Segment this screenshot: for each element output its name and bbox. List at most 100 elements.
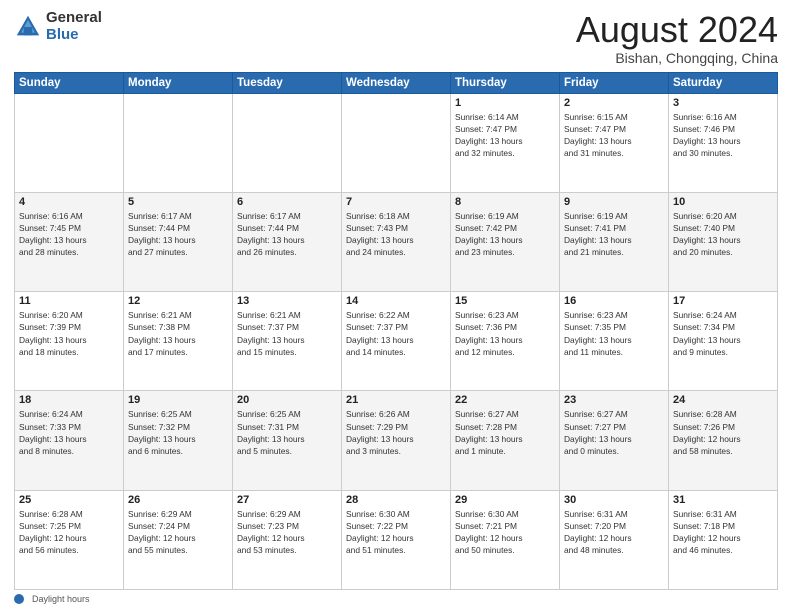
day-info: Sunrise: 6:27 AM Sunset: 7:27 PM Dayligh…	[564, 408, 664, 457]
day-cell	[124, 93, 233, 192]
logo-general: General	[46, 10, 102, 27]
day-info: Sunrise: 6:23 AM Sunset: 7:35 PM Dayligh…	[564, 309, 664, 358]
day-cell: 23 Sunrise: 6:27 AM Sunset: 7:27 PM Dayli…	[560, 391, 669, 490]
day-number: 28	[346, 494, 446, 506]
week-row-1: 1Sunrise: 6:14 AM Sunset: 7:47 PM Daylig…	[15, 93, 778, 192]
day-number: 8	[455, 196, 555, 208]
header-cell-friday: Friday	[560, 72, 669, 93]
header: General Blue August 2024 Bishan, Chongqi…	[14, 10, 778, 66]
day-number: 10	[673, 196, 773, 208]
week-row-5: 25Sunrise: 6:28 AM Sunset: 7:25 PM Dayli…	[15, 490, 778, 589]
day-cell: 29 Sunrise: 6:30 AM Sunset: 7:21 PM Dayli…	[451, 490, 560, 589]
day-info: Sunrise: 6:28 AM Sunset: 7:26 PM Dayligh…	[673, 408, 773, 457]
day-number: 11	[19, 295, 119, 307]
day-cell: 14 Sunrise: 6:22 AM Sunset: 7:37 PM Dayli…	[342, 292, 451, 391]
day-number: 2	[564, 97, 664, 109]
day-cell: 11Sunrise: 6:20 AM Sunset: 7:39 PM Dayli…	[15, 292, 124, 391]
day-info: Sunrise: 6:25 AM Sunset: 7:31 PM Dayligh…	[237, 408, 337, 457]
day-info: Sunrise: 6:29 AM Sunset: 7:24 PM Dayligh…	[128, 508, 228, 557]
day-cell: 9 Sunrise: 6:19 AM Sunset: 7:41 PM Daylig…	[560, 192, 669, 291]
day-info: Sunrise: 6:15 AM Sunset: 7:47 PM Dayligh…	[564, 111, 664, 160]
day-info: Sunrise: 6:25 AM Sunset: 7:32 PM Dayligh…	[128, 408, 228, 457]
day-info: Sunrise: 6:24 AM Sunset: 7:33 PM Dayligh…	[19, 408, 119, 457]
day-cell: 18 Sunrise: 6:24 AM Sunset: 7:33 PM Dayli…	[15, 391, 124, 490]
day-number: 15	[455, 295, 555, 307]
day-cell: 6 Sunrise: 6:17 AM Sunset: 7:44 PM Daylig…	[233, 192, 342, 291]
day-number: 13	[237, 295, 337, 307]
day-number: 27	[237, 494, 337, 506]
day-cell: 27 Sunrise: 6:29 AM Sunset: 7:23 PM Dayli…	[233, 490, 342, 589]
day-number: 17	[673, 295, 773, 307]
day-info: Sunrise: 6:22 AM Sunset: 7:37 PM Dayligh…	[346, 309, 446, 358]
day-info: Sunrise: 6:18 AM Sunset: 7:43 PM Dayligh…	[346, 210, 446, 259]
day-info: Sunrise: 6:30 AM Sunset: 7:22 PM Dayligh…	[346, 508, 446, 557]
day-cell: 31Sunrise: 6:31 AM Sunset: 7:18 PM Dayli…	[669, 490, 778, 589]
header-cell-wednesday: Wednesday	[342, 72, 451, 93]
day-number: 31	[673, 494, 773, 506]
logo-blue: Blue	[46, 27, 102, 44]
day-cell: 7 Sunrise: 6:18 AM Sunset: 7:43 PM Daylig…	[342, 192, 451, 291]
footer-dot	[14, 594, 24, 604]
day-cell: 26Sunrise: 6:29 AM Sunset: 7:24 PM Dayli…	[124, 490, 233, 589]
day-cell: 4Sunrise: 6:16 AM Sunset: 7:45 PM Daylig…	[15, 192, 124, 291]
day-info: Sunrise: 6:30 AM Sunset: 7:21 PM Dayligh…	[455, 508, 555, 557]
day-number: 5	[128, 196, 228, 208]
day-number: 14	[346, 295, 446, 307]
day-info: Sunrise: 6:24 AM Sunset: 7:34 PM Dayligh…	[673, 309, 773, 358]
day-cell: 21 Sunrise: 6:26 AM Sunset: 7:29 PM Dayli…	[342, 391, 451, 490]
day-info: Sunrise: 6:26 AM Sunset: 7:29 PM Dayligh…	[346, 408, 446, 457]
day-cell: 13 Sunrise: 6:21 AM Sunset: 7:37 PM Dayli…	[233, 292, 342, 391]
logo-text: General Blue	[46, 10, 102, 43]
day-info: Sunrise: 6:23 AM Sunset: 7:36 PM Dayligh…	[455, 309, 555, 358]
calendar-title: August 2024	[576, 10, 778, 50]
header-row: SundayMondayTuesdayWednesdayThursdayFrid…	[15, 72, 778, 93]
day-info: Sunrise: 6:16 AM Sunset: 7:46 PM Dayligh…	[673, 111, 773, 160]
day-cell: 12 Sunrise: 6:21 AM Sunset: 7:38 PM Dayli…	[124, 292, 233, 391]
day-number: 4	[19, 196, 119, 208]
day-info: Sunrise: 6:21 AM Sunset: 7:37 PM Dayligh…	[237, 309, 337, 358]
day-cell: 19 Sunrise: 6:25 AM Sunset: 7:32 PM Dayli…	[124, 391, 233, 490]
day-cell	[342, 93, 451, 192]
day-number: 1	[455, 97, 555, 109]
day-number: 20	[237, 394, 337, 406]
day-info: Sunrise: 6:27 AM Sunset: 7:28 PM Dayligh…	[455, 408, 555, 457]
header-cell-sunday: Sunday	[15, 72, 124, 93]
day-number: 19	[128, 394, 228, 406]
logo-icon	[14, 13, 42, 41]
day-info: Sunrise: 6:29 AM Sunset: 7:23 PM Dayligh…	[237, 508, 337, 557]
day-cell: 15 Sunrise: 6:23 AM Sunset: 7:36 PM Dayli…	[451, 292, 560, 391]
day-number: 23	[564, 394, 664, 406]
day-cell: 3 Sunrise: 6:16 AM Sunset: 7:46 PM Daylig…	[669, 93, 778, 192]
footer-label: Daylight hours	[32, 594, 90, 604]
week-row-3: 11Sunrise: 6:20 AM Sunset: 7:39 PM Dayli…	[15, 292, 778, 391]
calendar-header: SundayMondayTuesdayWednesdayThursdayFrid…	[15, 72, 778, 93]
day-number: 30	[564, 494, 664, 506]
day-number: 6	[237, 196, 337, 208]
day-cell: 2 Sunrise: 6:15 AM Sunset: 7:47 PM Daylig…	[560, 93, 669, 192]
day-info: Sunrise: 6:20 AM Sunset: 7:40 PM Dayligh…	[673, 210, 773, 259]
day-number: 18	[19, 394, 119, 406]
day-number: 3	[673, 97, 773, 109]
day-cell: 8 Sunrise: 6:19 AM Sunset: 7:42 PM Daylig…	[451, 192, 560, 291]
day-number: 25	[19, 494, 119, 506]
day-info: Sunrise: 6:19 AM Sunset: 7:41 PM Dayligh…	[564, 210, 664, 259]
day-number: 22	[455, 394, 555, 406]
calendar-subtitle: Bishan, Chongqing, China	[576, 50, 778, 66]
day-cell: 17 Sunrise: 6:24 AM Sunset: 7:34 PM Dayli…	[669, 292, 778, 391]
day-info: Sunrise: 6:19 AM Sunset: 7:42 PM Dayligh…	[455, 210, 555, 259]
day-number: 29	[455, 494, 555, 506]
day-number: 9	[564, 196, 664, 208]
title-block: August 2024 Bishan, Chongqing, China	[576, 10, 778, 66]
week-row-2: 4Sunrise: 6:16 AM Sunset: 7:45 PM Daylig…	[15, 192, 778, 291]
day-info: Sunrise: 6:21 AM Sunset: 7:38 PM Dayligh…	[128, 309, 228, 358]
header-cell-monday: Monday	[124, 72, 233, 93]
day-number: 21	[346, 394, 446, 406]
day-info: Sunrise: 6:17 AM Sunset: 7:44 PM Dayligh…	[237, 210, 337, 259]
day-info: Sunrise: 6:31 AM Sunset: 7:20 PM Dayligh…	[564, 508, 664, 557]
day-number: 12	[128, 295, 228, 307]
day-number: 7	[346, 196, 446, 208]
footer: Daylight hours	[14, 594, 778, 604]
day-cell	[233, 93, 342, 192]
page: General Blue August 2024 Bishan, Chongqi…	[0, 0, 792, 612]
day-cell: 20 Sunrise: 6:25 AM Sunset: 7:31 PM Dayli…	[233, 391, 342, 490]
